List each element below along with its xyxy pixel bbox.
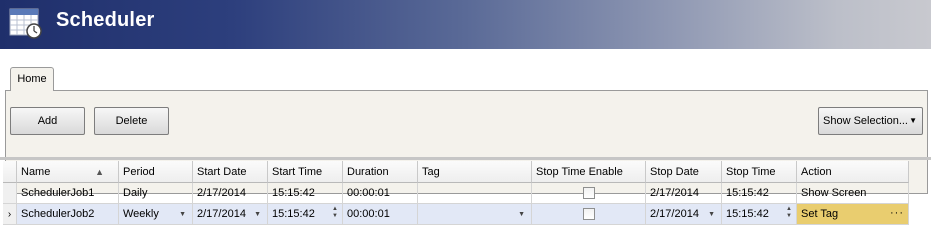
ribbon: Home bbox=[0, 49, 931, 194]
row-header[interactable]: › bbox=[3, 204, 17, 225]
cell-duration[interactable]: 00:00:01 bbox=[343, 204, 418, 225]
cell-stop-time[interactable]: 15:15:42 bbox=[722, 183, 797, 204]
cell-period[interactable]: Weekly ▼ bbox=[119, 204, 193, 225]
tab-home[interactable]: Home bbox=[10, 67, 54, 91]
column-header-name[interactable]: Name ▲ bbox=[17, 161, 119, 183]
title-bar: Scheduler bbox=[0, 0, 931, 49]
cell-start-time-value: 15:15:42 bbox=[272, 208, 315, 220]
sort-ascending-icon: ▲ bbox=[95, 167, 104, 177]
cell-duration[interactable]: 00:00:01 bbox=[343, 183, 418, 204]
cell-name[interactable]: SchedulerJob2 bbox=[17, 204, 119, 225]
cell-name[interactable]: SchedulerJob1 bbox=[17, 183, 119, 204]
column-header-stop-time-enable[interactable]: Stop Time Enable bbox=[532, 161, 646, 183]
grid-header-row: Name ▲ Period Start Date Start Time Dura… bbox=[3, 161, 909, 183]
separator bbox=[0, 157, 931, 160]
column-header-stop-time[interactable]: Stop Time bbox=[722, 161, 797, 183]
cell-stop-date[interactable]: 2/17/2014 bbox=[646, 183, 722, 204]
cell-tag[interactable]: ▼ bbox=[418, 204, 532, 225]
cell-stop-time[interactable]: 15:15:42 ▲ ▼ bbox=[722, 204, 797, 225]
chevron-down-icon[interactable]: ▼ bbox=[708, 204, 715, 224]
chevron-down-icon[interactable]: ▼ bbox=[518, 204, 525, 224]
column-header-stop-date[interactable]: Stop Date bbox=[646, 161, 722, 183]
cell-tag[interactable] bbox=[418, 183, 532, 204]
table-row[interactable]: › SchedulerJob2 Weekly ▼ 2/17/2014 ▼ 15:… bbox=[3, 204, 909, 225]
cell-stop-time-enable bbox=[532, 183, 646, 204]
column-header-period[interactable]: Period bbox=[119, 161, 193, 183]
column-header-label: Name bbox=[21, 166, 51, 178]
row-header-corner bbox=[3, 161, 17, 183]
chevron-down-icon[interactable]: ▼ bbox=[179, 204, 186, 224]
cell-action[interactable]: Show Screen bbox=[797, 183, 909, 204]
cell-action-value: Set Tag bbox=[801, 208, 839, 220]
table-row[interactable]: SchedulerJob1 Daily 2/17/2014 15:15:42 0… bbox=[3, 183, 909, 204]
cell-action[interactable]: Set Tag ··· bbox=[797, 204, 909, 225]
cell-period-value: Weekly bbox=[123, 208, 159, 220]
show-selection-label: Show Selection... bbox=[823, 115, 908, 127]
chevron-down-icon: ▼ bbox=[909, 116, 917, 125]
spinner-icon[interactable]: ▲ ▼ bbox=[786, 206, 792, 220]
cell-period[interactable]: Daily bbox=[119, 183, 193, 204]
cell-stop-time-value: 15:15:42 bbox=[726, 208, 769, 220]
row-header[interactable] bbox=[3, 183, 17, 204]
ellipsis-icon[interactable]: ··· bbox=[890, 204, 904, 224]
spinner-icon[interactable]: ▲ ▼ bbox=[332, 206, 338, 220]
cell-start-time[interactable]: 15:15:42 ▲ ▼ bbox=[268, 204, 343, 225]
column-header-start-date[interactable]: Start Date bbox=[193, 161, 268, 183]
column-header-action[interactable]: Action bbox=[797, 161, 909, 183]
current-row-indicator-icon: › bbox=[7, 209, 12, 220]
cell-stop-time-enable bbox=[532, 204, 646, 225]
column-header-tag[interactable]: Tag bbox=[418, 161, 532, 183]
cell-start-date-value: 2/17/2014 bbox=[197, 208, 246, 220]
cell-start-date[interactable]: 2/17/2014 ▼ bbox=[193, 204, 268, 225]
column-header-duration[interactable]: Duration bbox=[343, 161, 418, 183]
add-button[interactable]: Add bbox=[10, 107, 85, 135]
app-title: Scheduler bbox=[56, 9, 155, 31]
show-selection-button[interactable]: Show Selection... ▼ bbox=[818, 107, 923, 135]
column-header-start-time[interactable]: Start Time bbox=[268, 161, 343, 183]
cell-stop-date[interactable]: 2/17/2014 ▼ bbox=[646, 204, 722, 225]
stop-time-enable-checkbox[interactable] bbox=[582, 187, 595, 199]
cell-start-date[interactable]: 2/17/2014 bbox=[193, 183, 268, 204]
calendar-clock-icon bbox=[9, 8, 42, 39]
cell-stop-date-value: 2/17/2014 bbox=[650, 208, 699, 220]
delete-button[interactable]: Delete bbox=[94, 107, 169, 135]
chevron-down-icon[interactable]: ▼ bbox=[254, 204, 261, 224]
stop-time-enable-checkbox[interactable] bbox=[582, 208, 595, 220]
cell-start-time[interactable]: 15:15:42 bbox=[268, 183, 343, 204]
